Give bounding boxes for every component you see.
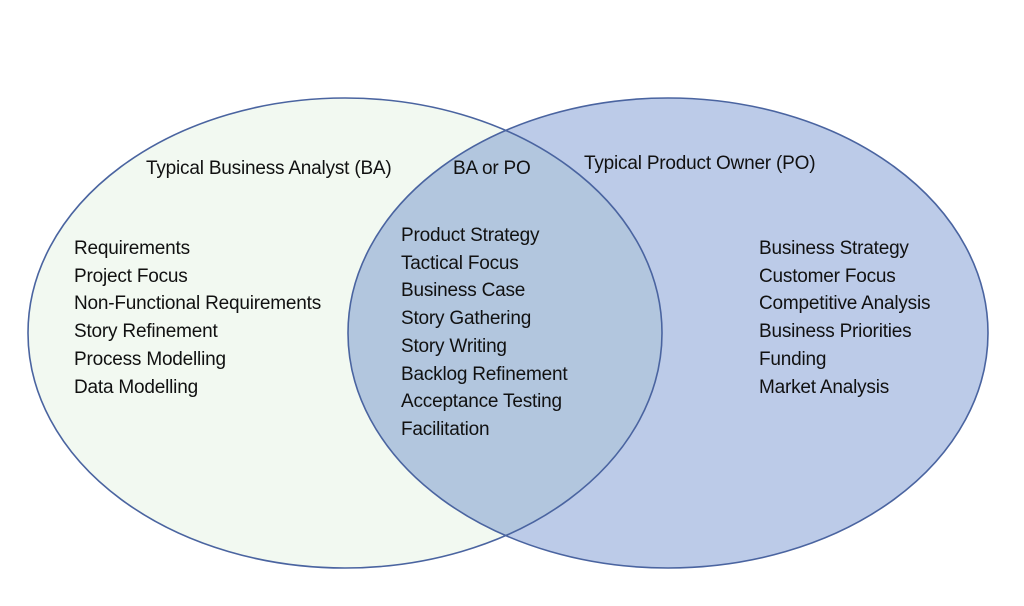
overlap-item: Story Writing bbox=[401, 335, 507, 357]
overlap-item-list: Product Strategy Tactical Focus Business… bbox=[401, 222, 568, 444]
po-item: Business Priorities bbox=[759, 321, 912, 343]
ba-item: Data Modelling bbox=[74, 376, 198, 398]
overlap-item: Facilitation bbox=[401, 418, 490, 440]
ba-item: Story Refinement bbox=[74, 321, 218, 343]
po-item: Funding bbox=[759, 348, 827, 370]
overlap-item: Business Case bbox=[401, 280, 526, 302]
po-item: Business Strategy bbox=[759, 238, 909, 259]
ba-item: Process Modelling bbox=[74, 348, 226, 370]
ba-set-title: Typical Business Analyst (BA) bbox=[146, 158, 392, 179]
ba-item: Project Focus bbox=[74, 265, 188, 287]
po-set-title: Typical Product Owner (PO) bbox=[584, 153, 816, 174]
overlap-item: Product Strategy bbox=[401, 225, 540, 246]
ba-item: Requirements bbox=[74, 238, 190, 259]
overlap-set-title: BA or PO bbox=[453, 158, 531, 179]
ba-item: Non-Functional Requirements bbox=[74, 293, 321, 315]
po-item: Competitive Analysis bbox=[759, 293, 931, 315]
overlap-item: Acceptance Testing bbox=[401, 391, 562, 413]
overlap-item: Backlog Refinement bbox=[401, 363, 568, 385]
po-item: Market Analysis bbox=[759, 376, 890, 398]
po-item: Customer Focus bbox=[759, 265, 896, 287]
po-item-list: Business Strategy Customer Focus Competi… bbox=[759, 235, 930, 401]
ba-item-list: Requirements Project Focus Non-Functiona… bbox=[74, 235, 321, 401]
overlap-item: Story Gathering bbox=[401, 308, 532, 330]
overlap-item: Tactical Focus bbox=[401, 252, 519, 274]
